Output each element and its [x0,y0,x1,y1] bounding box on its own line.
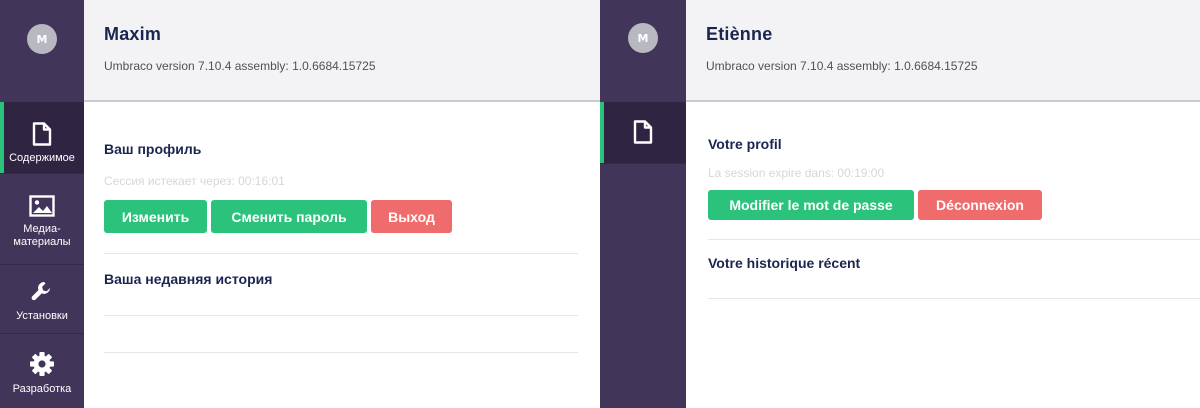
avatar-area: M [0,0,84,102]
divider [104,253,578,254]
left-pane: M Содержимое Медиа- материалы Установки [0,0,600,408]
document-icon [600,120,686,144]
logout-button[interactable]: Déconnexion [918,190,1042,220]
profile-title: Votre profil [708,136,782,152]
section-sidebar: M [600,0,686,408]
divider [104,315,578,316]
avatar-area: M [600,0,686,102]
section-content[interactable]: Содержимое [0,102,84,174]
profile-title: Ваш профиль [104,141,202,157]
user-name: Maxim [104,24,162,44]
section-content[interactable] [600,102,686,164]
section-label: Разработка [12,383,72,395]
change-password-button[interactable]: Modifier le mot de passe [708,190,914,220]
profile-panel: Ваш профиль Сессия истекает через: 00:16… [84,104,600,408]
history-title: Ваша недавняя история [104,271,273,287]
user-header: Etiènne Umbraco version 7.10.4 assembly:… [686,0,1200,102]
divider [708,239,1200,240]
session-timer: Сессия истекает через: 00:16:01 [104,174,285,188]
section-label: Медиа- материалы [13,223,71,248]
section-settings[interactable]: Установки [0,266,84,334]
image-icon [0,195,84,217]
profile-panel: Votre profil La session expire dans: 00:… [686,104,1200,408]
wrench-icon [0,280,84,304]
change-password-button[interactable]: Сменить пароль [211,200,367,233]
edit-button[interactable]: Изменить [104,200,207,233]
history-title: Votre historique récent [708,255,861,271]
gear-icon [0,351,84,377]
avatar[interactable]: M [27,24,57,54]
version-text: Umbraco version 7.10.4 assembly: 1.0.668… [706,59,978,73]
section-developer[interactable]: Разработка [0,335,84,408]
profile-actions: Modifier le mot de passe Déconnexion [708,190,1200,220]
section-media[interactable]: Медиа- материалы [0,175,84,265]
divider [104,352,578,353]
user-header: Maxim Umbraco version 7.10.4 assembly: 1… [84,0,600,102]
profile-actions: Изменить Сменить пароль Выход [104,200,578,233]
section-label: Содержимое [9,152,75,164]
session-timer: La session expire dans: 00:19:00 [708,166,885,180]
avatar[interactable]: M [628,23,658,53]
user-name: Etiènne [706,24,773,44]
section-label: Установки [16,310,68,322]
document-icon [0,122,84,146]
divider [708,298,1200,299]
version-text: Umbraco version 7.10.4 assembly: 1.0.668… [104,59,376,73]
logout-button[interactable]: Выход [371,200,452,233]
right-pane: M Etiènne Umbraco version 7.10.4 assembl… [600,0,1200,408]
section-sidebar: M Содержимое Медиа- материалы Установки [0,0,84,408]
